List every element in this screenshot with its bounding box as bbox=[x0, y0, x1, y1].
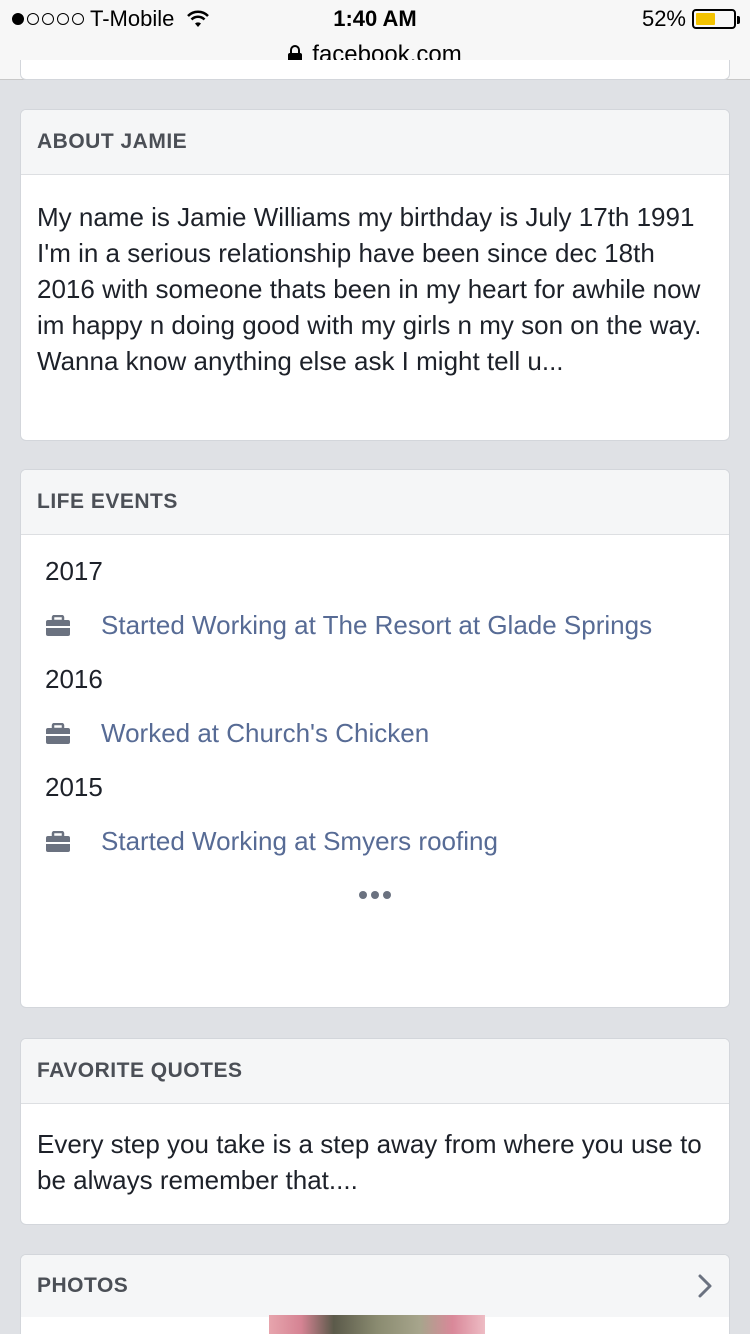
photos-header[interactable]: PHOTOS bbox=[21, 1255, 729, 1317]
clock: 1:40 AM bbox=[333, 6, 417, 31]
life-event-item[interactable]: Started Working at The Resort at Glade S… bbox=[45, 607, 705, 643]
status-bar: T-Mobile 1:40 AM 52% bbox=[0, 6, 750, 36]
briefcase-icon bbox=[46, 831, 70, 852]
briefcase-icon bbox=[46, 615, 70, 636]
favorite-quotes-title: FAVORITE QUOTES bbox=[21, 1039, 729, 1104]
life-event-link[interactable]: Worked at Church's Chicken bbox=[101, 715, 429, 751]
life-event-link[interactable]: Started Working at Smyers roofing bbox=[101, 823, 498, 859]
event-year: 2015 bbox=[45, 772, 103, 802]
life-event-item[interactable]: Started Working at Smyers roofing bbox=[45, 823, 705, 859]
event-year: 2016 bbox=[45, 664, 103, 694]
more-dot-icon bbox=[371, 891, 379, 899]
about-text: My name is Jamie Williams my birthday is… bbox=[37, 202, 702, 376]
life-event-item[interactable]: Worked at Church's Chicken bbox=[45, 715, 705, 751]
more-dot-icon bbox=[359, 891, 367, 899]
life-events-title: LIFE EVENTS bbox=[21, 470, 729, 535]
favorite-quotes-card: FAVORITE QUOTES Every step you take is a… bbox=[20, 1038, 730, 1225]
photo-thumbnail[interactable] bbox=[269, 1315, 485, 1334]
event-year: 2017 bbox=[45, 556, 103, 586]
previous-card-bottom bbox=[20, 60, 730, 80]
life-events-list: 2017 Started Working at The Resort at Gl… bbox=[21, 535, 729, 915]
life-event-link[interactable]: Started Working at The Resort at Glade S… bbox=[101, 607, 652, 643]
favorite-quote-text: Every step you take is a step away from … bbox=[37, 1129, 702, 1195]
more-events-button[interactable] bbox=[45, 875, 705, 915]
chevron-right-icon[interactable] bbox=[695, 1273, 715, 1299]
life-events-card: LIFE EVENTS 2017 Started Working at The … bbox=[20, 469, 730, 1008]
photos-card[interactable]: PHOTOS bbox=[20, 1254, 730, 1334]
battery-status: 52% bbox=[641, 6, 740, 32]
battery-percent: 52% bbox=[641, 6, 686, 31]
briefcase-icon bbox=[46, 723, 70, 744]
battery-icon bbox=[692, 9, 740, 29]
about-card-title: ABOUT JAMIE bbox=[21, 110, 729, 175]
photos-title: PHOTOS bbox=[37, 1274, 129, 1297]
more-dot-icon bbox=[383, 891, 391, 899]
about-card: ABOUT JAMIE My name is Jamie Williams my… bbox=[20, 109, 730, 441]
